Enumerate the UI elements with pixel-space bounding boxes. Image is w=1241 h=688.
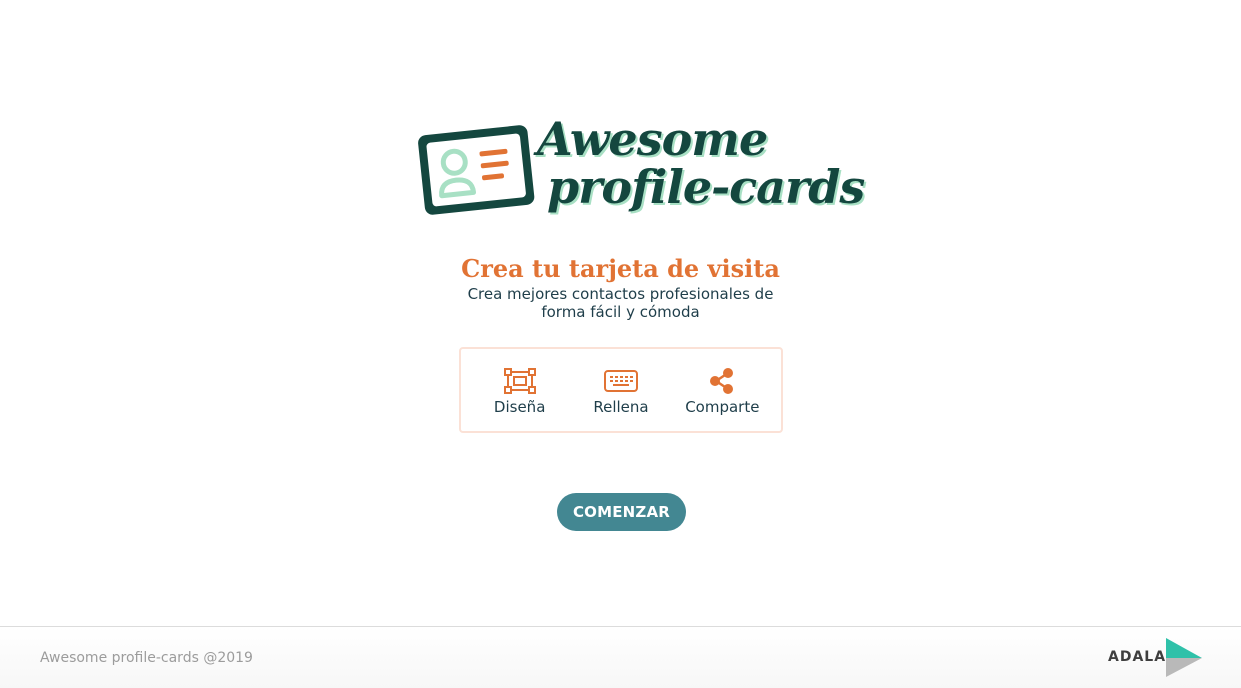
hero-title: Crea tu tarjeta de visita (461, 254, 780, 283)
logo-line1: Awesome (537, 112, 768, 166)
step-label-fill: Rellena (593, 398, 649, 416)
hero-subtitle: Crea mejores contactos profesionales de … (467, 285, 774, 321)
step-label-share: Comparte (685, 398, 760, 416)
adalab-logo[interactable]: ADALAB (1108, 637, 1204, 677)
footer: Awesome profile-cards @2019 ADALAB (0, 626, 1241, 688)
logo-line2: profile-cards (547, 160, 865, 214)
landing-page: Awesome profile-cards Crea tu tarjeta de… (0, 0, 1241, 688)
id-card-icon (418, 125, 535, 215)
step-share: Comparte (672, 349, 773, 431)
play-arrow-icon (1166, 638, 1202, 677)
app-logo: Awesome profile-cards (415, 112, 865, 227)
keyboard-icon (603, 366, 638, 396)
step-fill: Rellena (570, 349, 671, 431)
share-icon (705, 366, 739, 396)
start-button[interactable]: COMENZAR (557, 493, 686, 531)
steps-panel: Diseña Rellena Comparte (459, 347, 783, 433)
step-label-design: Diseña (493, 398, 546, 416)
footer-copyright: Awesome profile-cards @2019 (40, 650, 253, 666)
step-design: Diseña (469, 349, 570, 431)
design-icon (503, 366, 537, 396)
